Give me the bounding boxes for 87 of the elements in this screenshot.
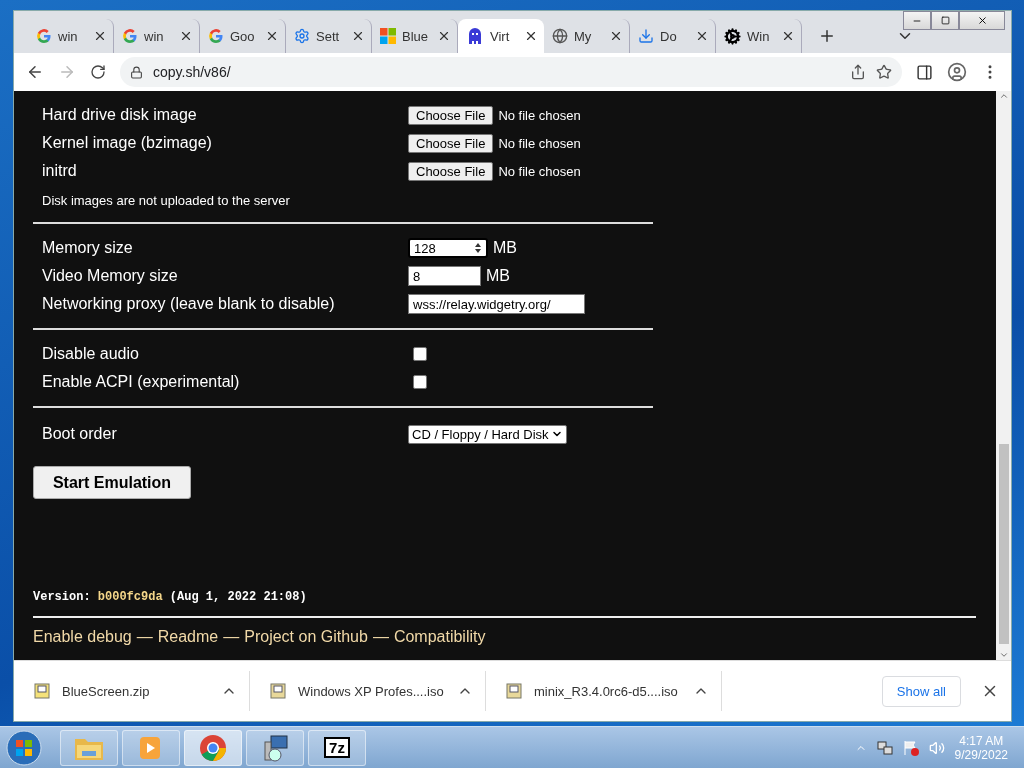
maximize-icon [940,16,950,25]
text-field[interactable]: wss://relay.widgetry.org/ [408,294,585,314]
zip-file-icon [34,683,50,699]
field-label: Boot order [42,425,118,443]
field-label: Networking proxy (leave blank to disable) [42,295,336,313]
separator-text: — [223,628,240,646]
maximize-button[interactable] [931,11,959,30]
taskbar-button[interactable]: 7z [308,729,366,766]
field-label: Hard drive disk image [42,106,198,124]
back-icon[interactable] [26,63,44,81]
close-icon[interactable] [437,29,451,43]
close-icon[interactable] [609,29,623,43]
option-label: Enable ACPI (experimental) [42,373,241,391]
cog-icon [724,27,741,45]
close-button[interactable] [959,11,1005,30]
address-bar[interactable]: copy.sh/v86/ [120,57,902,87]
flag-icon[interactable] [902,739,919,756]
field-label: Kernel image (bzimage) [42,134,213,152]
unit-label: MB [493,239,517,257]
google-icon [122,28,138,44]
close-icon[interactable] [265,29,279,43]
network-icon[interactable] [876,739,893,756]
browser-logo-icon [199,733,227,762]
globe-icon [552,28,568,44]
choose-file-button[interactable]: Choose File [408,133,494,153]
spinner-arrows-icon [474,242,482,254]
close-icon[interactable] [695,29,709,43]
scroll-down-icon[interactable] [998,650,1009,660]
start-orb-icon[interactable] [6,729,42,766]
file-status: No file chosen [498,135,581,151]
taskbar-button[interactable] [184,729,242,766]
close-icon[interactable] [93,29,107,43]
memory-size-field[interactable]: 128 [408,238,488,258]
close-icon[interactable] [351,29,365,43]
share-icon[interactable] [850,64,866,80]
close-icon[interactable] [524,29,538,43]
footer-link[interactable]: Project on Github [244,628,368,646]
close-icon[interactable] [179,29,193,43]
version-text: Version: b000fc9da (Aug 1, 2022 21:08) [33,590,308,604]
option-label: Disable audio [42,345,140,363]
new-tab-icon[interactable] [818,27,836,45]
close-icon[interactable] [781,29,795,43]
google-icon [36,28,52,44]
url-text: copy.sh/v86/ [153,64,231,80]
creature-icon [466,28,484,44]
file-status: No file chosen [498,163,581,179]
separator-text: — [136,628,153,646]
computer-disc-icon [261,733,289,762]
taskbar-button[interactable] [246,729,304,766]
profile-icon[interactable] [947,62,967,82]
reload-icon[interactable] [90,64,106,80]
field-label: Video Memory size [42,267,179,285]
footer-link[interactable]: Enable debug [33,628,132,646]
disc-image-icon [270,683,286,699]
download-item[interactable]: minix_R3.4.0rc6-d5....iso [486,671,722,711]
lock-icon [130,65,143,79]
choose-file-button[interactable]: Choose File [408,105,494,125]
browser-tab[interactable]: Virt [458,19,544,53]
separator-text: — [372,628,389,646]
checkbox[interactable] [413,375,427,389]
choose-file-button[interactable]: Choose File [408,161,494,181]
download-item[interactable]: Windows XP Profes....iso [250,671,486,711]
download-item[interactable]: BlueScreen.zip [14,671,250,711]
footer-link[interactable]: Compatibility [393,628,486,646]
scroll-up-icon[interactable] [998,91,1009,101]
google-icon [208,28,224,44]
note-text: Disk images are not uploaded to the server [42,192,291,210]
download-icon [638,28,654,44]
disc-image-icon [506,683,522,699]
field-label: Memory size [42,239,134,257]
gear-icon [294,28,310,44]
bookmark-star-icon[interactable] [876,64,892,80]
footer-link[interactable]: Readme [157,628,219,646]
unit-label: MB [486,267,510,285]
file-status: No file chosen [498,107,581,123]
scroll-thumb[interactable] [998,444,1009,644]
commit-link[interactable]: b000fc9da [97,590,163,604]
checkbox[interactable] [413,347,427,361]
app-logo: 7z [324,737,350,758]
show-all-button[interactable]: Show all [881,675,961,707]
number-field[interactable]: 8 [408,266,481,286]
side-panel-icon[interactable] [916,63,933,81]
boot-order-select[interactable]: CD / Floppy / Hard Disk [408,424,567,444]
field-label: initrd [42,162,78,180]
close-icon [976,15,988,26]
four-squares-icon [380,28,396,44]
start-emulation-button[interactable]: Start Emulation [33,466,191,499]
